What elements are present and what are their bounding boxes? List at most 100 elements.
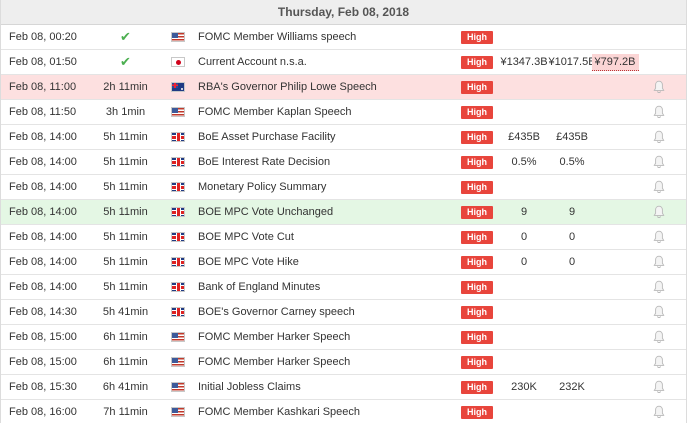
bell-icon[interactable] xyxy=(653,105,665,119)
country-flag-cell xyxy=(169,100,187,124)
time-left: 6h 11min xyxy=(103,356,148,368)
event-time: Feb 08, 15:00 xyxy=(9,356,77,368)
uk-flag-icon xyxy=(171,257,185,267)
event-name[interactable]: FOMC Member Harker Speech xyxy=(198,350,453,374)
forecast-value xyxy=(549,100,595,124)
importance-badge: High xyxy=(461,30,493,44)
importance-badge: High xyxy=(461,230,493,244)
bell-icon[interactable] xyxy=(653,255,665,269)
forecast-value: ¥1017.5B xyxy=(548,56,596,68)
country-flag-cell xyxy=(169,300,187,324)
event-row[interactable]: Feb 08, 14:00 5h 11min BOE MPC Vote Hike… xyxy=(1,250,686,275)
event-time: Feb 08, 14:00 xyxy=(9,256,77,268)
event-row[interactable]: Feb 08, 00:20 ✔ FOMC Member Williams spe… xyxy=(1,25,686,50)
bell-icon[interactable] xyxy=(653,180,665,194)
importance-cell: High xyxy=(459,350,495,374)
importance-badge: High xyxy=(461,305,493,319)
actual-value: 0 xyxy=(520,231,528,243)
importance-badge: High xyxy=(461,280,493,294)
uk-flag-icon xyxy=(171,232,185,242)
event-name[interactable]: RBA's Governor Philip Lowe Speech xyxy=(198,75,453,99)
us-flag-icon xyxy=(171,332,185,342)
event-row[interactable]: Feb 08, 14:00 5h 11min BoE Interest Rate… xyxy=(1,150,686,175)
event-time: Feb 08, 11:50 xyxy=(9,106,77,118)
bell-icon[interactable] xyxy=(653,130,665,144)
importance-badge: High xyxy=(461,405,493,419)
event-row[interactable]: Feb 08, 16:00 7h 11min FOMC Member Kashk… xyxy=(1,400,686,423)
actual-value: 0.5% xyxy=(511,156,537,168)
event-row[interactable]: Feb 08, 14:00 5h 11min BOE MPC Vote Cut … xyxy=(1,225,686,250)
event-name[interactable]: Initial Jobless Claims xyxy=(198,375,453,399)
uk-flag-icon xyxy=(171,157,185,167)
event-row[interactable]: Feb 08, 11:00 2h 11min RBA's Governor Ph… xyxy=(1,75,686,100)
event-row[interactable]: Feb 08, 11:50 3h 1min FOMC Member Kaplan… xyxy=(1,100,686,125)
event-row[interactable]: Feb 08, 14:00 5h 11min BoE Asset Purchas… xyxy=(1,125,686,150)
us-flag-icon xyxy=(171,382,185,392)
previous-value xyxy=(595,100,635,124)
uk-flag-icon xyxy=(171,207,185,217)
bell-icon[interactable] xyxy=(653,330,665,344)
time-left: 5h 41min xyxy=(102,306,149,318)
alert-cell xyxy=(652,25,666,49)
event-row[interactable]: Feb 08, 14:30 5h 41min BOE's Governor Ca… xyxy=(1,300,686,325)
previous-value xyxy=(595,300,635,324)
event-name[interactable]: FOMC Member Williams speech xyxy=(198,25,453,49)
previous-value xyxy=(595,225,635,249)
country-flag-cell xyxy=(169,275,187,299)
event-name[interactable]: Bank of England Minutes xyxy=(198,275,453,299)
event-name[interactable]: BOE's Governor Carney speech xyxy=(198,300,453,324)
uk-flag-icon xyxy=(171,282,185,292)
importance-cell: High xyxy=(459,25,495,49)
bell-icon[interactable] xyxy=(653,355,665,369)
event-row[interactable]: Feb 08, 01:50 ✔ Current Account n.s.a. H… xyxy=(1,50,686,75)
event-name[interactable]: BOE MPC Vote Cut xyxy=(198,225,453,249)
event-name[interactable]: Current Account n.s.a. xyxy=(198,50,453,74)
event-name[interactable]: FOMC Member Kashkari Speech xyxy=(198,400,453,423)
importance-cell: High xyxy=(459,300,495,324)
time-left: 5h 11min xyxy=(103,131,148,143)
bell-icon[interactable] xyxy=(653,205,665,219)
event-name[interactable]: BoE Asset Purchase Facility xyxy=(198,125,453,149)
previous-value: ¥797.2B xyxy=(591,50,639,74)
importance-badge: High xyxy=(461,130,493,144)
bell-icon[interactable] xyxy=(653,380,665,394)
event-name[interactable]: FOMC Member Kaplan Speech xyxy=(198,100,453,124)
bell-icon[interactable] xyxy=(653,305,665,319)
bell-icon[interactable] xyxy=(653,230,665,244)
previous-value xyxy=(595,275,635,299)
event-name[interactable]: FOMC Member Harker Speech xyxy=(198,325,453,349)
country-flag-cell xyxy=(169,400,187,423)
time-left: 6h 11min xyxy=(103,331,148,343)
event-row[interactable]: Feb 08, 15:00 6h 11min FOMC Member Harke… xyxy=(1,350,686,375)
forecast-value xyxy=(549,175,595,199)
event-row[interactable]: Feb 08, 14:00 5h 11min Bank of England M… xyxy=(1,275,686,300)
alert-cell xyxy=(652,375,666,399)
previous-value xyxy=(595,175,635,199)
bell-icon[interactable] xyxy=(653,155,665,169)
time-left: 5h 11min xyxy=(103,281,148,293)
event-name[interactable]: BOE MPC Vote Hike xyxy=(198,250,453,274)
actual-value xyxy=(501,325,547,349)
bell-icon[interactable] xyxy=(653,80,665,94)
event-row[interactable]: Feb 08, 15:00 6h 11min FOMC Member Harke… xyxy=(1,325,686,350)
event-time: Feb 08, 01:50 xyxy=(9,56,77,68)
bell-icon[interactable] xyxy=(653,405,665,419)
country-flag-cell xyxy=(169,75,187,99)
previous-value xyxy=(595,350,635,374)
importance-badge: High xyxy=(461,355,493,369)
event-name[interactable]: Monetary Policy Summary xyxy=(198,175,453,199)
time-left: ✔ xyxy=(93,50,158,74)
time-left: 7h 11min xyxy=(103,406,148,418)
event-name[interactable]: BOE MPC Vote Unchanged xyxy=(198,200,453,224)
country-flag-cell xyxy=(169,125,187,149)
event-name[interactable]: BoE Interest Rate Decision xyxy=(198,150,453,174)
country-flag-cell xyxy=(169,225,187,249)
importance-cell: High xyxy=(459,50,495,74)
alert-cell xyxy=(652,100,666,124)
importance-cell: High xyxy=(459,100,495,124)
forecast-value xyxy=(549,300,595,324)
bell-icon[interactable] xyxy=(653,280,665,294)
event-row[interactable]: Feb 08, 14:00 5h 11min Monetary Policy S… xyxy=(1,175,686,200)
event-row[interactable]: Feb 08, 15:30 6h 41min Initial Jobless C… xyxy=(1,375,686,400)
event-row[interactable]: Feb 08, 14:00 5h 11min BOE MPC Vote Unch… xyxy=(1,200,686,225)
